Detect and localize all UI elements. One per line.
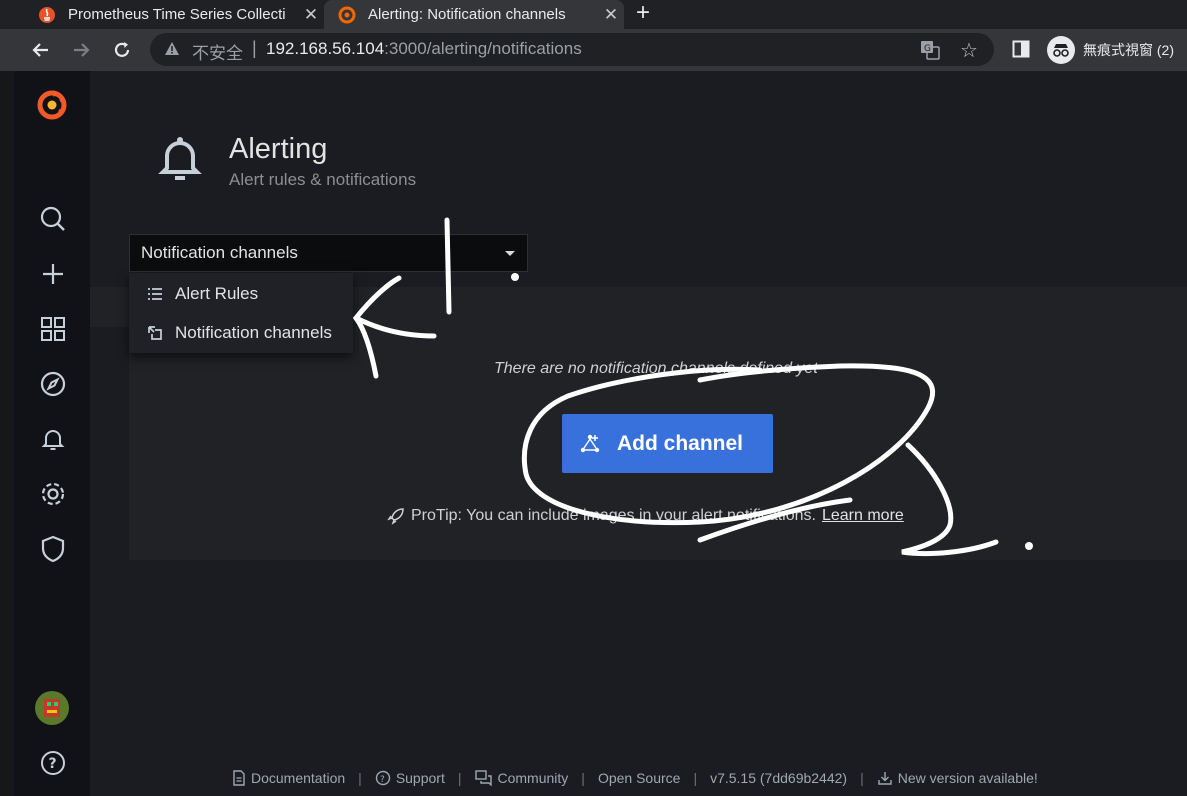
explore-icon[interactable] <box>38 369 68 399</box>
footer-community-link[interactable]: Community <box>474 770 568 786</box>
translate-icon[interactable]: G <box>920 40 940 60</box>
svg-text:?: ? <box>49 756 57 772</box>
prometheus-tab-icon <box>39 6 55 23</box>
tab-title: Alerting: Notification channels <box>368 6 566 23</box>
avatar[interactable] <box>34 690 70 726</box>
document-icon <box>233 770 245 786</box>
footer-separator: | <box>693 770 698 786</box>
back-button[interactable] <box>27 36 55 64</box>
footer-new-version-link[interactable]: New version available! <box>877 770 1038 786</box>
list-icon <box>148 287 162 300</box>
channel-add-icon <box>580 434 600 452</box>
footer-support-link[interactable]: ? Support <box>375 770 445 786</box>
footer-separator: | <box>860 770 864 786</box>
search-icon[interactable] <box>38 204 68 234</box>
insecure-label: 不安全 <box>192 44 243 63</box>
grafana-tab-icon <box>338 6 356 23</box>
dashboards-icon[interactable] <box>38 314 68 344</box>
warning-icon <box>165 42 179 55</box>
back-arrow-icon <box>32 43 48 57</box>
comments-icon <box>474 770 492 786</box>
picker-dropdown-menu: Alert Rules Notification channels <box>129 273 353 353</box>
plus-icon[interactable] <box>38 259 68 289</box>
add-channel-button[interactable]: Add channel <box>562 414 773 473</box>
close-tab-icon[interactable]: ✕ <box>598 5 624 25</box>
url-text: 192.168.56.104:3000/alerting/notificatio… <box>266 39 582 58</box>
page-subtitle: Alert rules & notifications <box>229 170 417 189</box>
learn-more-link[interactable]: Learn more <box>822 507 904 525</box>
footer-open-source-link[interactable]: Open Source <box>598 770 681 786</box>
footer-version: v7.5.15 (7dd69b2442) <box>710 770 848 786</box>
tab-title: Prometheus Time Series Collecti <box>68 6 286 23</box>
protip-text: ProTip: You can include images in your a… <box>411 507 816 524</box>
close-tab-icon[interactable]: ✕ <box>298 5 324 25</box>
footer: Documentation | ? Support | Community | … <box>232 769 1038 787</box>
address-bar[interactable]: 不安全 | 192.168.56.104:3000/alerting/notif… <box>150 33 994 66</box>
new-tab-button[interactable]: + <box>636 0 650 29</box>
url-separator: | <box>252 38 257 58</box>
empty-state-message: There are no notification channels defin… <box>494 360 818 377</box>
forward-arrow-icon <box>74 43 90 57</box>
browser-tab-prometheus[interactable]: Prometheus Time Series Collecti ✕ <box>24 0 324 29</box>
grafana-logo-icon[interactable] <box>33 86 71 124</box>
protip: ProTip: You can include images in your a… <box>387 507 904 525</box>
menu-item-label: Notification channels <box>175 322 332 342</box>
caret-down-icon <box>505 251 515 256</box>
browser-tab-alerting[interactable]: Alerting: Notification channels ✕ <box>324 0 624 29</box>
settings-gear-icon[interactable] <box>38 479 68 509</box>
channel-icon <box>148 325 162 340</box>
forward-button[interactable] <box>67 36 95 64</box>
help-icon[interactable]: ? <box>38 748 68 778</box>
footer-separator: | <box>457 770 462 786</box>
incognito-label: 無痕式視窗 (2) <box>1083 42 1174 58</box>
menu-item-alert-rules[interactable]: Alert Rules <box>129 274 353 313</box>
question-circle-icon: ? <box>375 770 391 786</box>
page-picker-select[interactable]: Notification channels <box>129 234 528 272</box>
side-panel-icon[interactable] <box>1012 40 1030 58</box>
footer-separator: | <box>581 770 585 786</box>
footer-separator: | <box>358 770 362 786</box>
incognito-icon <box>1047 36 1075 64</box>
bell-icon <box>158 137 202 180</box>
shield-icon[interactable] <box>38 534 68 564</box>
alerting-icon[interactable] <box>38 424 68 454</box>
picker-value: Notification channels <box>141 243 298 262</box>
rocket-icon <box>387 508 404 525</box>
page-title: Alerting <box>229 133 328 165</box>
footer-documentation-link[interactable]: Documentation <box>232 770 345 786</box>
incognito-indicator[interactable]: 無痕式視窗 (2) <box>1047 36 1174 64</box>
menu-item-notification-channels[interactable]: Notification channels <box>129 313 353 352</box>
menu-item-label: Alert Rules <box>175 283 259 303</box>
download-icon <box>878 772 892 785</box>
add-channel-label: Add channel <box>617 431 744 455</box>
bookmark-star-icon[interactable]: ☆ <box>960 38 978 63</box>
reload-icon <box>114 42 130 57</box>
svg-text:?: ? <box>380 775 385 785</box>
svg-text:G: G <box>924 44 931 54</box>
reload-button[interactable] <box>108 36 136 64</box>
